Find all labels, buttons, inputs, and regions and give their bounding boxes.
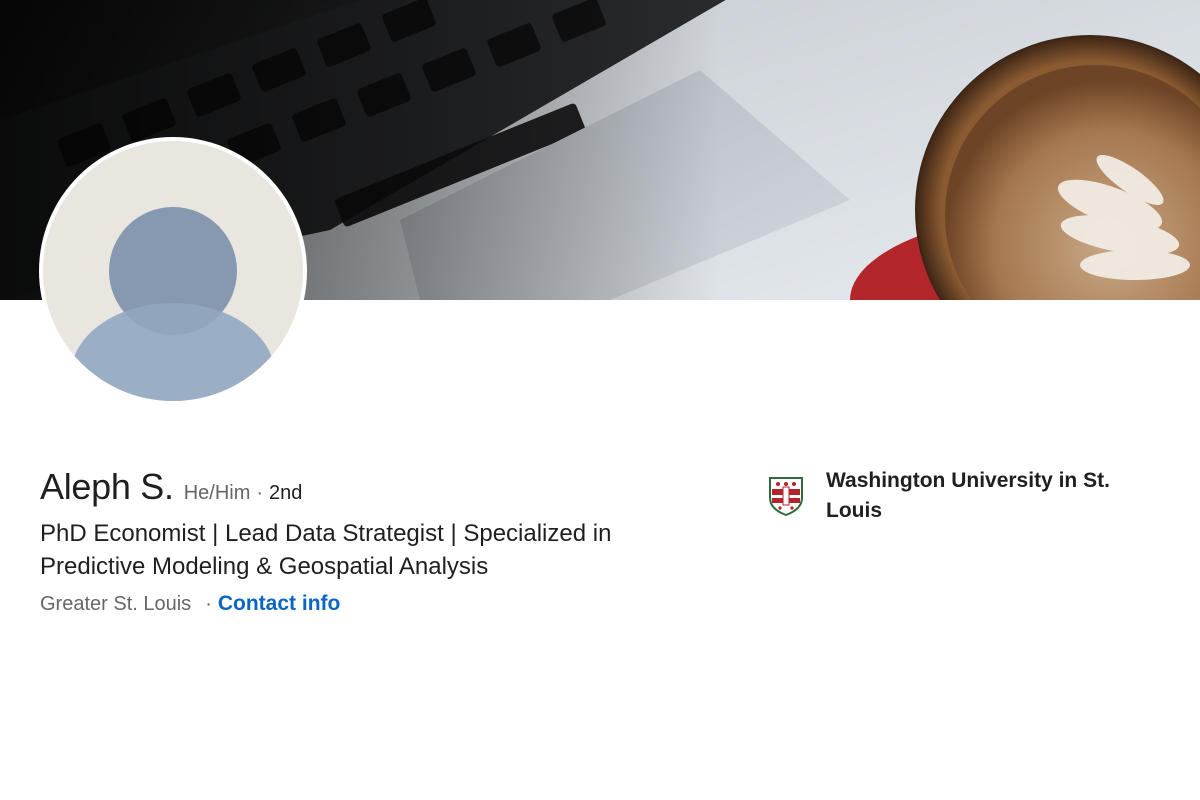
profile-headline: PhD Economist | Lead Data Strategist | S… <box>40 520 612 580</box>
profile-pronouns: He/Him <box>183 482 251 504</box>
profile-name: Aleph S. <box>40 466 174 507</box>
profile-location-line: Greater St. Louis · Contact info <box>40 592 340 616</box>
default-person-avatar-icon <box>43 141 303 401</box>
university-shield-icon <box>768 476 804 516</box>
profile-name-line: Aleph S. He/Him · 2nd <box>40 466 302 508</box>
education-item[interactable]: Washington University in St. Louis <box>768 466 1166 526</box>
profile-avatar[interactable] <box>39 137 307 405</box>
location-separator: · <box>205 593 212 615</box>
connection-degree: 2nd <box>269 482 303 504</box>
education-school-name: Washington University in St. Louis <box>826 469 1110 522</box>
profile-location: Greater St. Louis <box>40 593 192 615</box>
name-separator: · <box>256 482 264 504</box>
profile-card: Aleph S. He/Him · 2nd PhD Economist | Le… <box>0 0 1200 800</box>
contact-info-link[interactable]: Contact info <box>218 592 340 616</box>
